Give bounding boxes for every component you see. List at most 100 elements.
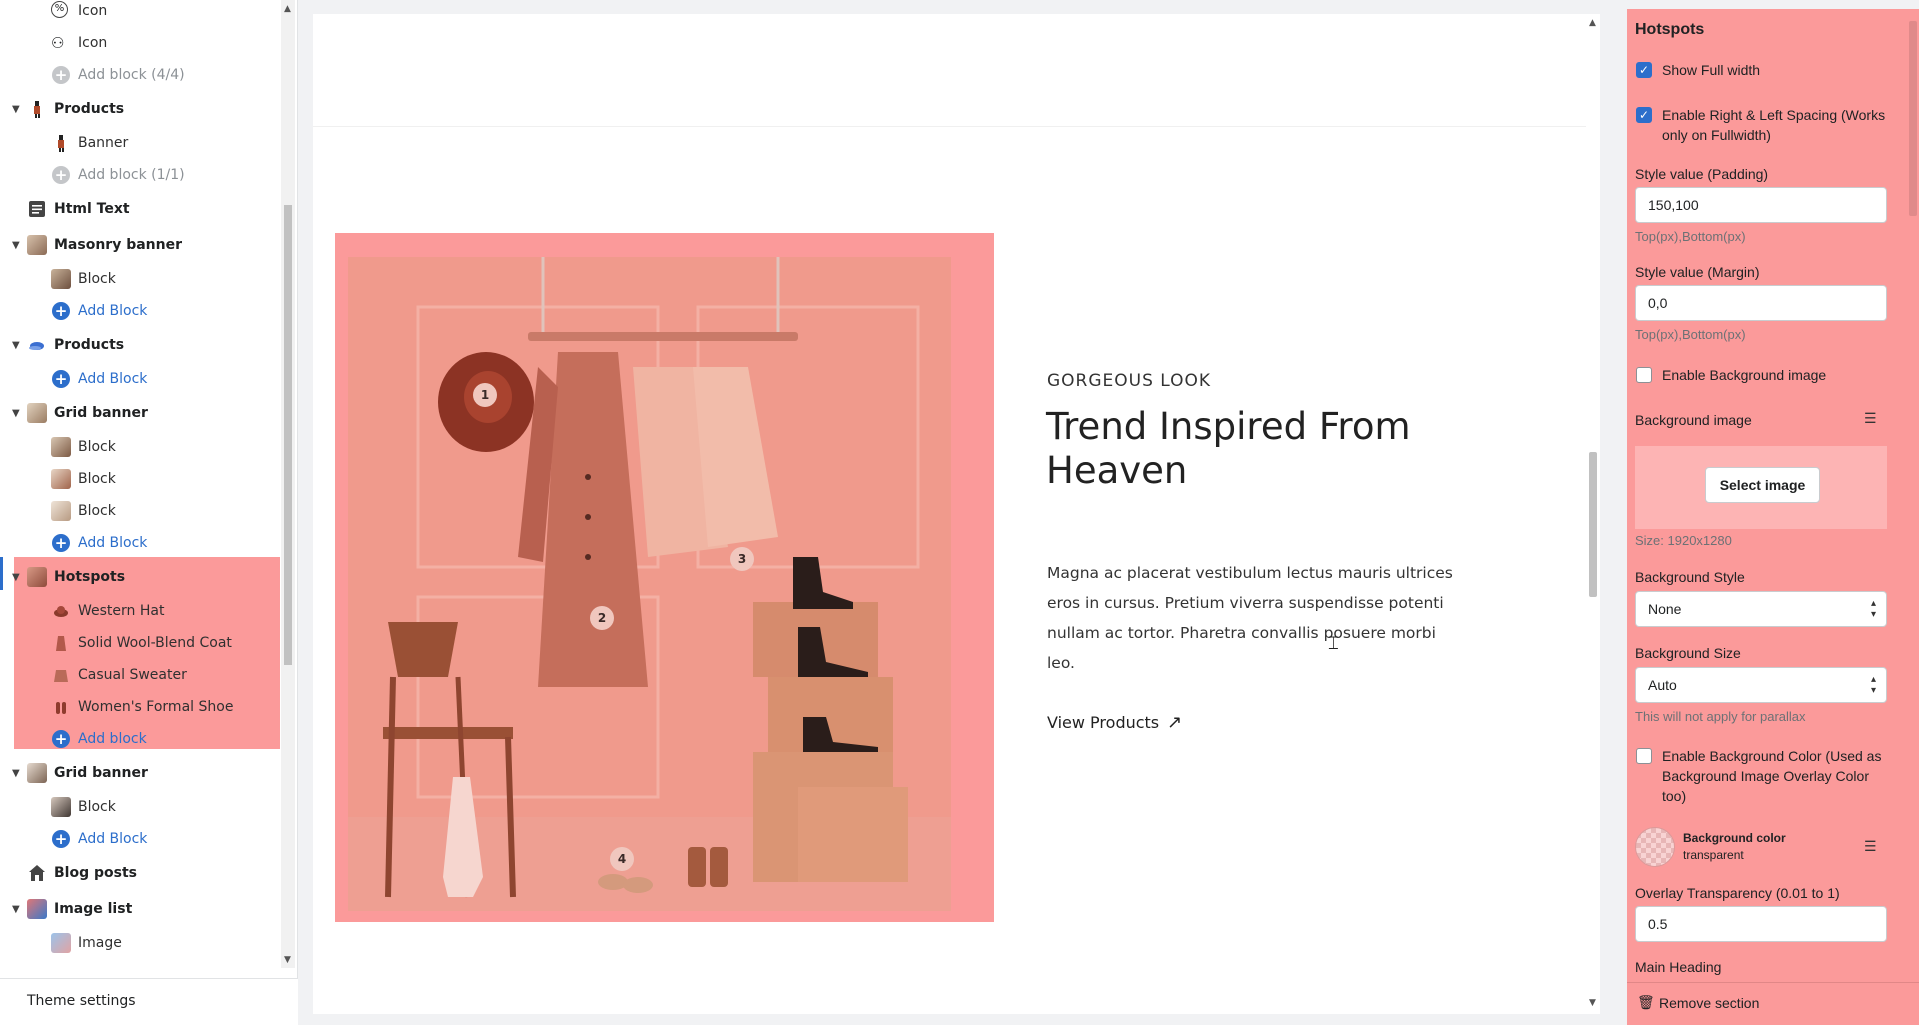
arrow-up-right-icon: ↗ <box>1167 712 1183 733</box>
preview-top-section <box>313 14 1586 127</box>
scroll-down-icon[interactable]: ▼ <box>1589 998 1596 1008</box>
caret-down-icon[interactable]: ▼ <box>12 340 22 351</box>
figure-thumb-icon <box>51 133 71 153</box>
mouse-cursor-icon: ⌶ <box>1328 633 1339 654</box>
caret-down-icon[interactable]: ▼ <box>12 904 22 915</box>
bg-color-swatch[interactable] <box>1635 827 1675 867</box>
photo-thumb-icon <box>51 437 71 457</box>
section-item-products[interactable]: ▼ Products <box>0 330 280 360</box>
padding-input[interactable]: 150,100 <box>1635 187 1887 223</box>
block-item-icon[interactable]: % Icon <box>0 0 280 26</box>
sidebar-scrollbar[interactable]: ▲ ▼ <box>281 0 295 968</box>
hat-thumb-icon <box>51 601 71 621</box>
add-icon: + <box>52 534 70 552</box>
chat-user-icon: ⚇ <box>51 34 65 52</box>
block-item-image[interactable]: Image <box>0 928 280 958</box>
enable-bg-color-checkbox[interactable] <box>1636 748 1652 764</box>
add-block-button[interactable]: + Add block <box>0 724 280 754</box>
block-item-icon[interactable]: ⚇ Icon <box>0 28 280 58</box>
select-arrows-icon: ▴ ▾ <box>1870 674 1876 696</box>
block-item-banner[interactable]: Banner <box>0 128 280 158</box>
margin-help: Top(px),Bottom(px) <box>1635 327 1746 342</box>
scroll-up-icon[interactable]: ▲ <box>284 4 291 14</box>
show-full-width-checkbox[interactable]: ✓ <box>1636 62 1652 78</box>
hotspot-marker-2[interactable]: 2 <box>590 606 614 630</box>
dynamic-source-icon[interactable]: ☰ <box>1864 410 1877 427</box>
bg-style-select[interactable]: None ▴ ▾ <box>1635 591 1887 627</box>
caret-down-icon[interactable]: ▼ <box>12 572 22 583</box>
theme-settings-button[interactable]: Theme settings <box>0 978 298 1025</box>
preview-scrollbar[interactable]: ▲ ▼ <box>1586 14 1600 1014</box>
bg-style-label: Background Style <box>1635 569 1745 585</box>
hotspot-marker-3[interactable]: 3 <box>730 547 754 571</box>
enable-bg-image-label: Enable Background image <box>1662 367 1827 383</box>
photo-thumb-icon <box>51 933 71 953</box>
block-item[interactable]: Block <box>0 432 280 462</box>
hotspots-image: 1 2 3 4 <box>348 257 951 911</box>
sidebar-scroll-thumb[interactable] <box>284 205 292 665</box>
add-icon: + <box>52 166 70 184</box>
view-products-link[interactable]: View Products ↗ <box>1047 712 1182 733</box>
photo-thumb-icon <box>51 469 71 489</box>
caret-down-icon[interactable]: ▼ <box>12 104 22 115</box>
add-icon: + <box>52 730 70 748</box>
add-block-button[interactable]: + Add Block <box>0 364 280 394</box>
overlay-input[interactable]: 0.5 <box>1635 906 1887 942</box>
panel-scroll-thumb[interactable] <box>1909 21 1917 216</box>
block-item-coat[interactable]: Solid Wool-Blend Coat <box>0 628 280 658</box>
preview-scroll-thumb[interactable] <box>1589 452 1597 597</box>
scroll-down-icon[interactable]: ▼ <box>284 955 291 965</box>
margin-input[interactable]: 0,0 <box>1635 285 1887 321</box>
select-image-button[interactable]: Select image <box>1705 467 1820 503</box>
add-block-button[interactable]: + Add Block <box>0 296 280 326</box>
photo-thumb-icon <box>27 567 47 587</box>
main-heading-label: Main Heading <box>1635 959 1722 975</box>
hotspot-marker-1[interactable]: 1 <box>473 383 497 407</box>
caret-down-icon[interactable]: ▼ <box>12 240 22 251</box>
padding-help: Top(px),Bottom(px) <box>1635 229 1746 244</box>
add-icon: + <box>52 66 70 84</box>
remove-section-button[interactable]: 🗑 Remove section <box>1627 982 1919 1025</box>
section-item-hotspots[interactable]: ▼ Hotspots <box>0 562 280 592</box>
overlay-label: Overlay Transparency (0.01 to 1) <box>1635 885 1840 901</box>
add-block-button[interactable]: + Add Block <box>0 824 280 854</box>
block-item[interactable]: Block <box>0 264 280 294</box>
bg-image-picker: Select image <box>1635 446 1887 529</box>
photo-thumb-icon <box>27 763 47 783</box>
panel-title: Hotspots <box>1635 21 1705 38</box>
caret-down-icon[interactable]: ▼ <box>12 408 22 419</box>
block-item-shoe[interactable]: Women's Formal Shoe <box>0 692 280 722</box>
sections-sidebar: % Icon ⚇ Icon + Add block (4/4) ▼ Produc… <box>0 0 298 1025</box>
section-item-blog-posts[interactable]: Blog posts <box>0 858 280 888</box>
block-item[interactable]: Block <box>0 496 280 526</box>
enable-bg-image-checkbox[interactable] <box>1636 367 1652 383</box>
scroll-up-icon[interactable]: ▲ <box>1589 18 1596 28</box>
add-block-button[interactable]: + Add Block <box>0 528 280 558</box>
section-item-html-text[interactable]: Html Text <box>0 194 280 224</box>
caret-down-icon[interactable]: ▼ <box>12 768 22 779</box>
section-heading: Trend Inspired From Heaven <box>1046 405 1411 492</box>
section-item-masonry-banner[interactable]: ▼ Masonry banner <box>0 230 280 260</box>
block-item[interactable]: Block <box>0 792 280 822</box>
section-item-grid-banner[interactable]: ▼ Grid banner <box>0 398 280 428</box>
block-item[interactable]: Block <box>0 464 280 494</box>
section-body-text: Magna ac placerat vestibulum lectus maur… <box>1047 564 1453 672</box>
parallax-help: This will not apply for parallax <box>1635 709 1806 724</box>
panel-scrollbar[interactable] <box>1907 9 1919 982</box>
add-block-button-disabled: + Add block (4/4) <box>0 60 280 90</box>
section-item-products[interactable]: ▼ Products <box>0 94 280 124</box>
photo-thumb-icon <box>51 501 71 521</box>
section-item-grid-banner[interactable]: ▼ Grid banner <box>0 758 280 788</box>
hotspot-marker-4[interactable]: 4 <box>610 847 634 871</box>
enable-bg-color-label: Enable Background Color (Used as Backgro… <box>1662 748 1882 804</box>
dynamic-source-icon[interactable]: ☰ <box>1864 838 1877 855</box>
spacing-checkbox[interactable]: ✓ <box>1636 107 1652 123</box>
add-icon: + <box>52 370 70 388</box>
bg-size-label: Background Size <box>1635 645 1741 661</box>
section-item-image-list[interactable]: ▼ Image list <box>0 894 280 924</box>
block-item-sweater[interactable]: Casual Sweater <box>0 660 280 690</box>
photo-thumb-icon <box>51 797 71 817</box>
block-item-western-hat[interactable]: Western Hat <box>0 596 280 626</box>
photo-thumb-icon <box>27 403 47 423</box>
bg-size-select[interactable]: Auto ▴ ▾ <box>1635 667 1887 703</box>
